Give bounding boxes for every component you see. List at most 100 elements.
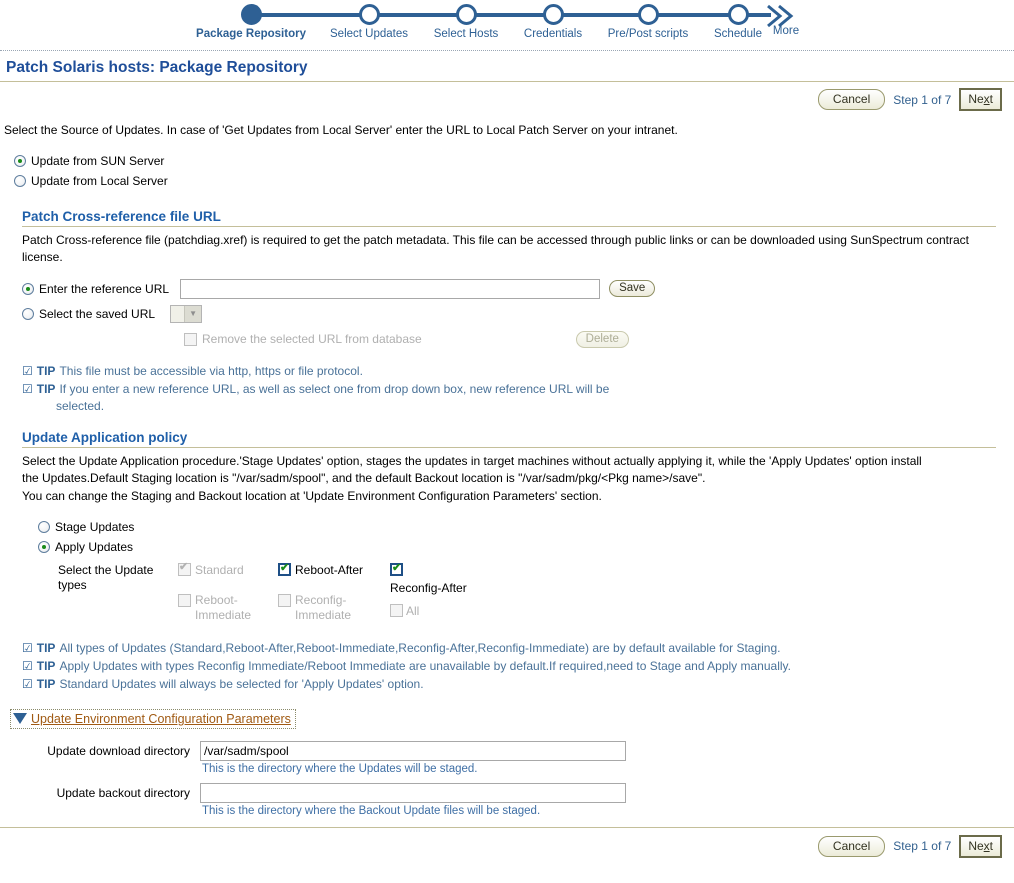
radio-icon[interactable]	[38, 540, 50, 553]
train-step-label: Package Repository	[196, 28, 306, 40]
radio-icon[interactable]	[14, 155, 26, 167]
radio-apply-updates[interactable]: Apply Updates	[38, 537, 1000, 557]
backout-directory-label: Update backout directory	[56, 785, 190, 800]
tip-text: All types of Updates (Standard,Reboot-Af…	[59, 640, 781, 655]
tip-check-icon: ☑	[22, 676, 33, 691]
radio-icon[interactable]	[38, 520, 50, 533]
page-root: Package Repository Select Updates Select…	[0, 0, 1014, 883]
step-indicator-top: Step 1 of 7	[893, 92, 952, 107]
radio-select-saved-url-icon[interactable]	[22, 307, 34, 320]
env-config-form: Update download directory This is the di…	[0, 729, 1014, 817]
top-button-bar: Cancel Step 1 of 7 Next	[0, 82, 1014, 113]
tip-item: ☑ TIP Apply Updates with types Reconfig …	[22, 657, 1000, 675]
train-node-icon	[240, 4, 262, 25]
next-button-top[interactable]: Next	[959, 88, 1002, 111]
backout-directory-input[interactable]	[200, 782, 626, 803]
chevron-down-icon: ▼	[184, 305, 202, 322]
update-types-label: Select the Update types	[58, 562, 154, 592]
checkbox-row-reboot-immediate: Reboot-Immediate	[178, 577, 278, 623]
reboot-immediate-label: Reboot-Immediate	[195, 592, 252, 622]
next-label-pre: Ne	[968, 92, 984, 106]
radio-icon[interactable]	[14, 175, 26, 187]
section-heading: Update Application policy	[22, 429, 188, 445]
checkbox-row-reboot-after[interactable]: Reboot-After	[278, 562, 390, 577]
next-button-bottom[interactable]: Next	[959, 834, 1002, 858]
enter-reference-url-label: Enter the reference URL	[39, 281, 170, 296]
section-description: Patch Cross-reference file (patchdiag.xr…	[22, 233, 969, 265]
intro-text: Select the Source of Updates. In case of…	[4, 123, 678, 137]
tip-text: If you enter a new reference URL, as wel…	[59, 381, 610, 396]
reconfig-after-checkbox[interactable]	[390, 562, 403, 576]
train-node-icon	[455, 4, 477, 25]
radio-label: Update from Local Server	[31, 174, 168, 188]
row-remove-url: Remove the selected URL from database De…	[22, 323, 1000, 348]
train-more-link[interactable]: More	[751, 25, 821, 37]
radio-stage-updates[interactable]: Stage Updates	[38, 517, 1000, 537]
section-heading: Patch Cross-reference file URL	[22, 209, 221, 224]
download-directory-input[interactable]	[200, 740, 626, 761]
train-step-package-repository[interactable]: Package Repository	[191, 0, 311, 40]
train-more-label: More	[772, 25, 800, 37]
radio-label: Apply Updates	[55, 539, 134, 554]
remove-url-checkbox	[184, 332, 197, 346]
tip-item: ☑ TIP Standard Updates will always be se…	[22, 675, 1000, 693]
reconfig-after-label: Reconfig-After	[390, 580, 467, 595]
next-label-pre: Ne	[968, 838, 984, 853]
reference-url-input[interactable]	[180, 278, 601, 299]
policy-description-line-2: the Updates.Default Staging location is …	[22, 471, 706, 486]
standard-checkbox	[178, 561, 191, 577]
field-row-backout-directory: Update backout directory This is the dir…	[20, 775, 1014, 817]
tip-check-icon: ☑	[22, 363, 33, 378]
select-saved-url-label: Select the saved URL	[39, 306, 156, 321]
remove-url-label: Remove the selected URL from database	[202, 332, 422, 347]
delete-button: Delete	[575, 330, 629, 348]
tip-text: This file must be accessible via http, h…	[59, 363, 363, 378]
field-row-download-directory: Update download directory This is the di…	[20, 740, 1014, 775]
step-indicator-bottom: Step 1 of 7	[893, 839, 952, 854]
tip-label: TIP	[36, 381, 56, 396]
triangle-down-icon[interactable]	[13, 713, 27, 725]
save-button[interactable]: Save	[609, 280, 656, 298]
standard-label: Standard	[195, 562, 244, 577]
cancel-button-bottom[interactable]: Cancel	[817, 835, 886, 857]
tip-label: TIP	[36, 676, 56, 691]
tip-text: Apply Updates with types Reconfig Immedi…	[59, 658, 791, 673]
source-radio-group: Update from SUN Server Update from Local…	[0, 137, 1014, 191]
section-env-config: Update Environment Configuration Paramet…	[0, 693, 1014, 817]
train-node-icon	[637, 4, 659, 25]
reboot-after-label: Reboot-After	[295, 562, 364, 577]
bottom-button-bar: Cancel Step 1 of 7 Next	[0, 828, 1014, 860]
next-label-post: t	[989, 838, 993, 853]
all-checkbox	[390, 604, 403, 618]
radio-label: Update from SUN Server	[31, 154, 165, 168]
backout-directory-hint: This is the directory where the Backout …	[202, 804, 541, 817]
section-patch-xref: Patch Cross-reference file URL Patch Cro…	[0, 209, 1014, 414]
train-node-icon	[358, 4, 380, 25]
reconfig-immediate-label: Reconfig-Immediate	[295, 592, 352, 622]
env-config-disclosure[interactable]: Update Environment Configuration Paramet…	[10, 708, 296, 729]
row-select-saved-url: Select the saved URL ▼	[22, 299, 1000, 323]
checkbox-row-standard: Standard	[178, 561, 278, 577]
tip-text: Standard Updates will always be selected…	[59, 676, 424, 691]
env-config-disclosure-label[interactable]: Update Environment Configuration Paramet…	[31, 712, 291, 726]
tip-item: ☑ TIP All types of Updates (Standard,Reb…	[22, 639, 1000, 657]
reconfig-immediate-checkbox	[278, 593, 291, 607]
wizard-train: Package Repository Select Updates Select…	[0, 0, 1014, 50]
tip-check-icon: ☑	[22, 381, 33, 396]
tip-check-icon: ☑	[22, 658, 33, 673]
reboot-after-checkbox[interactable]	[278, 562, 291, 577]
checkbox-row-reconfig-immediate: Reconfig-Immediate	[278, 577, 390, 623]
reboot-immediate-checkbox	[178, 593, 191, 607]
train-node-icon	[542, 4, 564, 25]
tip-item: ☑ TIP If you enter a new reference URL, …	[22, 380, 1000, 398]
cancel-button-top[interactable]: Cancel	[817, 89, 886, 110]
saved-url-select: ▼	[170, 304, 203, 323]
next-label-post: t	[989, 92, 993, 106]
checkbox-row-reconfig-after[interactable]: Reconfig-After	[390, 562, 500, 595]
tip-continuation: selected.	[56, 398, 105, 413]
tip-label: TIP	[36, 658, 56, 673]
radio-label: Stage Updates	[55, 519, 135, 534]
radio-update-from-sun-server[interactable]: Update from SUN Server	[14, 151, 1014, 171]
radio-update-from-local-server[interactable]: Update from Local Server	[14, 171, 1014, 191]
radio-enter-reference-url-icon[interactable]	[22, 282, 34, 295]
